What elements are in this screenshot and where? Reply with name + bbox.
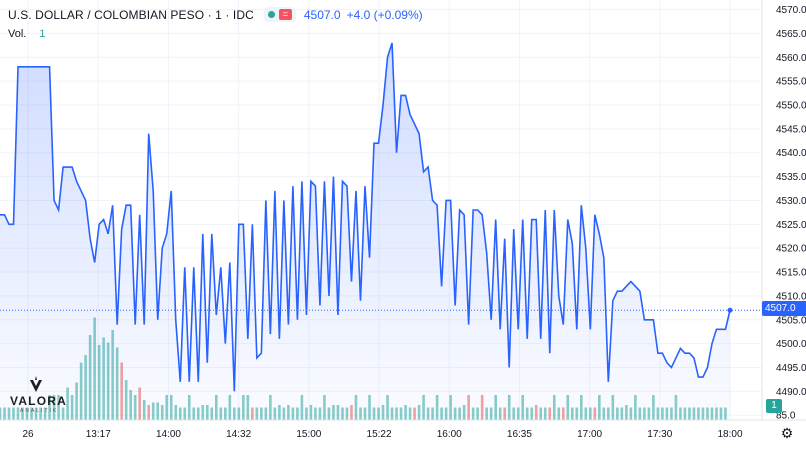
market-status[interactable]: =	[263, 7, 296, 22]
data-delay-icon: =	[278, 9, 292, 20]
volume-label: Vol.	[8, 28, 27, 40]
market-open-icon	[267, 11, 275, 18]
price-chart[interactable]: 85.04490.04495.04500.04505.04510.04515.0…	[0, 0, 806, 452]
y-tick-label: 4495.0	[776, 363, 806, 374]
watermark-text: VALORA	[10, 394, 67, 408]
y-tick-label: 4490.0	[776, 387, 806, 398]
x-tick-label: 15:22	[367, 429, 392, 440]
y-tick-label: 4525.0	[776, 220, 806, 231]
y-tick-label: 4560.0	[776, 53, 806, 64]
x-tick-label: 14:32	[226, 429, 251, 440]
y-tick-label: 4515.0	[776, 268, 806, 279]
y-tick-label: 4545.0	[776, 124, 806, 135]
y-tick-label: 4550.0	[776, 101, 806, 112]
x-tick-label: 14:00	[156, 429, 181, 440]
y-tick-label: 4540.0	[776, 148, 806, 159]
x-tick-label: 17:30	[647, 429, 672, 440]
volume-tag: 1	[766, 399, 782, 413]
x-tick-label: 16:00	[437, 429, 462, 440]
y-tick-label: 4500.0	[776, 339, 806, 350]
gear-icon[interactable]: ⚙	[779, 425, 795, 441]
y-tick-label: 4530.0	[776, 196, 806, 207]
volume-legend: Vol. 1	[8, 28, 46, 40]
x-tick-label: 26	[23, 429, 35, 440]
y-tick-label: 4565.0	[776, 29, 806, 40]
y-axis: 85.04490.04495.04500.04505.04510.04515.0…	[761, 0, 806, 422]
x-tick-label: 17:00	[577, 429, 602, 440]
x-tick-label: 16:35	[507, 429, 532, 440]
last-price-dot	[727, 307, 733, 313]
x-tick-label: 15:00	[296, 429, 321, 440]
x-axis: 26 13:17 14:00 14:32 15:00 15:22 16:00 16:35 17:…	[0, 419, 806, 440]
last-price-tag: 4507.0	[762, 301, 806, 316]
watermark-subtext: ANALITIK	[20, 408, 59, 414]
x-tick-label: 13:17	[86, 429, 111, 440]
chart-header: U.S. DOLLAR / COLOMBIAN PESO · 1 · IDC =…	[8, 7, 423, 22]
y-tick-label: 4505.0	[776, 315, 806, 326]
x-tick-label: 18:00	[717, 429, 742, 440]
price-area	[0, 42, 730, 420]
header-last-price: 4507.0	[303, 7, 341, 22]
symbol-title[interactable]: U.S. DOLLAR / COLOMBIAN PESO · 1 · IDC	[8, 8, 254, 22]
y-tick-label: 4570.0	[776, 5, 806, 16]
header-price-change: +4.0 (+0.09%)	[346, 7, 423, 22]
y-tick-label: 4535.0	[776, 172, 806, 183]
volume-value: 1	[39, 28, 46, 40]
y-tick-label: 4520.0	[776, 244, 806, 255]
y-tick-label: 4555.0	[776, 77, 806, 88]
